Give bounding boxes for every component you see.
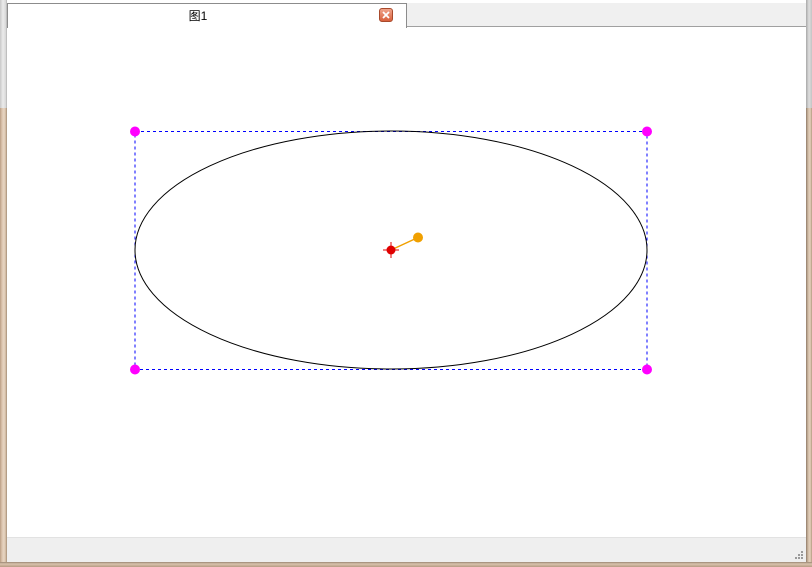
crosshair-icon[interactable]: [383, 242, 399, 258]
status-bar: [7, 537, 806, 562]
resize-handle-bottom-left[interactable]: [130, 364, 140, 375]
resize-handle-top-left[interactable]: [130, 126, 140, 137]
window-bottom-frame: [0, 562, 812, 567]
resize-handle-bottom-right[interactable]: [642, 364, 652, 375]
drawing-canvas[interactable]: [7, 28, 806, 537]
window-right-frame-top: [806, 0, 812, 108]
window-left-frame-top: [0, 0, 7, 108]
rotation-handle[interactable]: [413, 232, 423, 243]
resize-handle-top-right[interactable]: [642, 126, 652, 137]
app-window: 图1: [0, 0, 812, 567]
tab-label: 图1: [188, 9, 208, 23]
tab-figure-1[interactable]: 图1: [7, 3, 407, 28]
resize-grip-icon[interactable]: [793, 549, 804, 560]
close-icon[interactable]: [379, 8, 393, 22]
